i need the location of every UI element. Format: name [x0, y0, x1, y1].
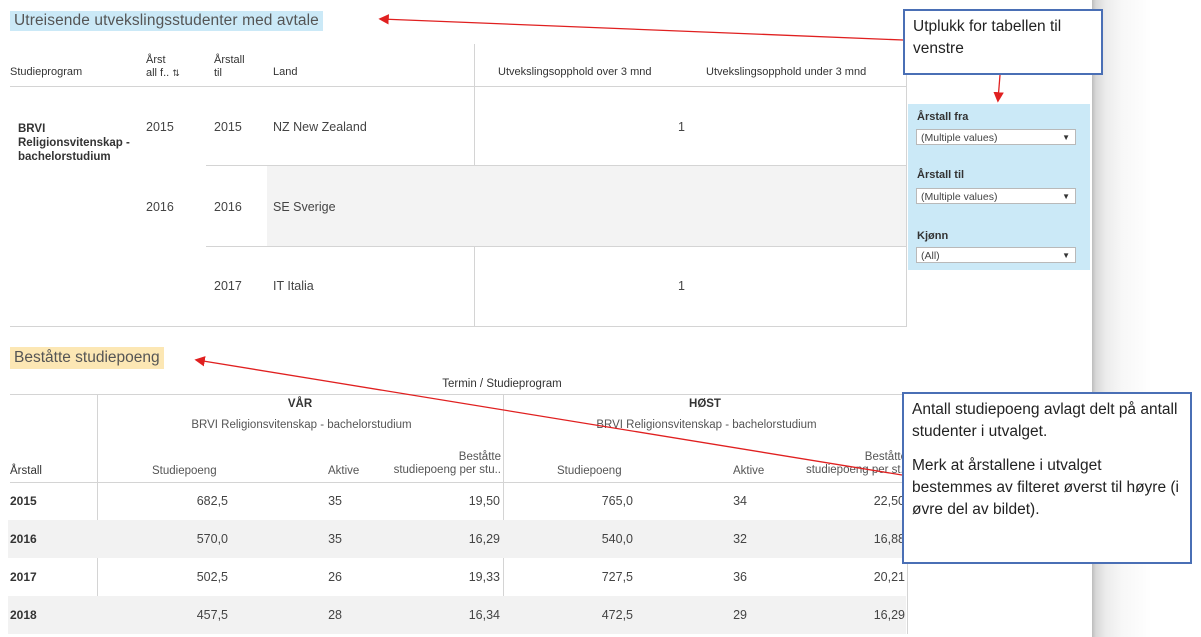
col-header-bestatte-var-line1: Beståtte	[458, 451, 501, 463]
callout-filter-note: Utplukk for tabellen til venstre	[903, 9, 1103, 75]
var-aktive[interactable]: 35	[240, 532, 342, 546]
super-header-line	[10, 394, 907, 395]
super-header: Termin / Studieprogram	[442, 378, 562, 390]
program-header-var[interactable]: BRVI Religionsvitenskap - bachelorstudiu…	[100, 419, 503, 432]
var-aktive[interactable]: 35	[240, 494, 342, 508]
col-header-studiepoeng-host[interactable]: Studiepoeng	[557, 465, 622, 478]
host-per-student[interactable]: 16,88	[765, 532, 905, 546]
row2-land[interactable]: SE Sverige	[273, 200, 336, 214]
filter-value-arstall-til: (Multiple values)	[921, 191, 998, 203]
host-studiepoeng[interactable]: 727,5	[505, 570, 633, 584]
caret-down-icon: ▼	[1062, 251, 1070, 260]
filter-value-arstall-fra: (Multiple values)	[921, 132, 998, 144]
caret-down-icon: ▼	[1062, 192, 1070, 201]
caret-down-icon: ▼	[1062, 133, 1070, 142]
filter-label-arstall-fra: Årstall fra	[917, 111, 969, 123]
callout-bottom-note: Antall studiepoeng avlagt delt på antall…	[902, 392, 1192, 564]
var-studiepoeng[interactable]: 682,5	[100, 494, 228, 508]
var-studiepoeng[interactable]: 570,0	[100, 532, 228, 546]
host-per-student[interactable]: 20,21	[765, 570, 905, 584]
col-header-aktive-var[interactable]: Aktive	[328, 465, 359, 478]
filter-dropdown-arstall-til[interactable]: (Multiple values) ▼	[916, 188, 1076, 204]
col-header-arstall-til-line1: Årstall	[214, 54, 245, 66]
credits-table-title: Beståtte studiepoeng	[10, 347, 164, 369]
col-header-arstall-til-line2: til	[214, 67, 222, 79]
host-per-student[interactable]: 22,50	[765, 494, 905, 508]
var-per-student[interactable]: 16,34	[360, 608, 500, 622]
col-header-bestatte-var-line2: studiepoeng per stu..	[393, 464, 501, 476]
col-header-arstall-fra-line2: all f..	[146, 67, 170, 79]
filter-dropdown-arstall-fra[interactable]: (Multiple values) ▼	[916, 129, 1076, 145]
callout-spacer	[912, 443, 1182, 455]
var-studiepoeng[interactable]: 457,5	[100, 608, 228, 622]
year-cell[interactable]: 2016	[10, 532, 37, 546]
var-aktive[interactable]: 28	[240, 608, 342, 622]
col-header-studiepoeng-var[interactable]: Studiepoeng	[152, 465, 217, 478]
program-cell[interactable]: BRVI Religionsvitenskap - bachelorstudiu…	[18, 122, 130, 164]
host-studiepoeng[interactable]: 765,0	[505, 494, 633, 508]
row2-arstall-fra[interactable]: 2016	[146, 200, 174, 214]
row1-arstall-fra[interactable]: 2015	[146, 120, 174, 134]
header-host[interactable]: HØST	[655, 398, 755, 411]
program-code: BRVI	[18, 123, 46, 135]
col-header-arstall[interactable]: Årstall	[10, 465, 42, 478]
host-aktive[interactable]: 36	[645, 570, 747, 584]
col-header-bestatte-var[interactable]: Beståtte studiepoeng per stu..	[365, 451, 501, 477]
year-cell[interactable]: 2017	[10, 570, 37, 584]
callout-bottom-note-p2: Merk at årstallene i utvalget bestemmes …	[912, 457, 1180, 518]
callout-bottom-note-p1: Antall studiepoeng avlagt delt på antall…	[912, 401, 1178, 440]
row3-land[interactable]: IT Italia	[273, 279, 314, 293]
host-aktive[interactable]: 29	[645, 608, 747, 622]
program-name-line2: bachelorstudium	[18, 151, 111, 163]
host-studiepoeng[interactable]: 540,0	[505, 532, 633, 546]
row2-arstall-til[interactable]: 2016	[214, 200, 242, 214]
program-name-line1: Religionsvitenskap -	[18, 137, 130, 149]
vline-right	[906, 44, 907, 326]
col-header-under3[interactable]: Utvekslingsopphold under 3 mnd	[706, 66, 866, 79]
var-per-student[interactable]: 19,33	[360, 570, 500, 584]
col-header-bestatte-host-line1: Beståtte	[864, 451, 907, 463]
host-per-student[interactable]: 16,29	[765, 608, 905, 622]
row3-arstall-til[interactable]: 2017	[214, 279, 242, 293]
filter-label-arstall-til: Årstall til	[917, 169, 965, 181]
col-header-arstall-til[interactable]: Årstall til	[214, 54, 245, 80]
filter-value-kjonn: (All)	[921, 250, 940, 262]
col-header-over3[interactable]: Utvekslingsopphold over 3 mnd	[498, 66, 651, 79]
header-var[interactable]: VÅR	[250, 398, 350, 411]
col-header-bestatte-host-line2: studiepoeng per st..	[805, 464, 907, 476]
table-bottom-line	[10, 326, 907, 327]
host-aktive[interactable]: 34	[645, 494, 747, 508]
var-aktive[interactable]: 26	[240, 570, 342, 584]
program-header-host[interactable]: BRVI Religionsvitenskap - bachelorstudiu…	[505, 419, 908, 432]
col-header-studieprogram[interactable]: Studieprogram	[10, 66, 82, 79]
col-header-arstall-fra-line1: Årst	[146, 54, 166, 66]
var-studiepoeng[interactable]: 502,5	[100, 570, 228, 584]
row1-arstall-til[interactable]: 2015	[214, 120, 242, 134]
col-header-bestatte-host[interactable]: Beståtte studiepoeng per st..	[770, 451, 907, 477]
row-divider-2	[206, 246, 906, 247]
row-band-se	[267, 166, 906, 246]
bottom-header-divider	[10, 482, 907, 483]
filter-label-kjonn: Kjønn	[917, 230, 949, 242]
col-header-land[interactable]: Land	[273, 66, 297, 79]
sort-icon[interactable]: ⇅	[172, 68, 180, 78]
host-studiepoeng[interactable]: 472,5	[505, 608, 633, 622]
exchange-table-title: Utreisende utvekslingsstudenter med avta…	[10, 11, 323, 31]
year-cell[interactable]: 2018	[10, 608, 37, 622]
header-divider	[10, 86, 906, 87]
var-per-student[interactable]: 19,50	[360, 494, 500, 508]
col-header-aktive-host[interactable]: Aktive	[733, 465, 764, 478]
year-cell[interactable]: 2015	[10, 494, 37, 508]
row1-over3[interactable]: 1	[480, 120, 685, 134]
filter-dropdown-kjonn[interactable]: (All) ▼	[916, 247, 1076, 263]
col-header-arstall-fra[interactable]: Årst all f.. ⇅	[146, 54, 180, 80]
var-per-student[interactable]: 16,29	[360, 532, 500, 546]
row1-land[interactable]: NZ New Zealand	[273, 120, 367, 134]
host-aktive[interactable]: 32	[645, 532, 747, 546]
row3-over3[interactable]: 1	[480, 279, 685, 293]
